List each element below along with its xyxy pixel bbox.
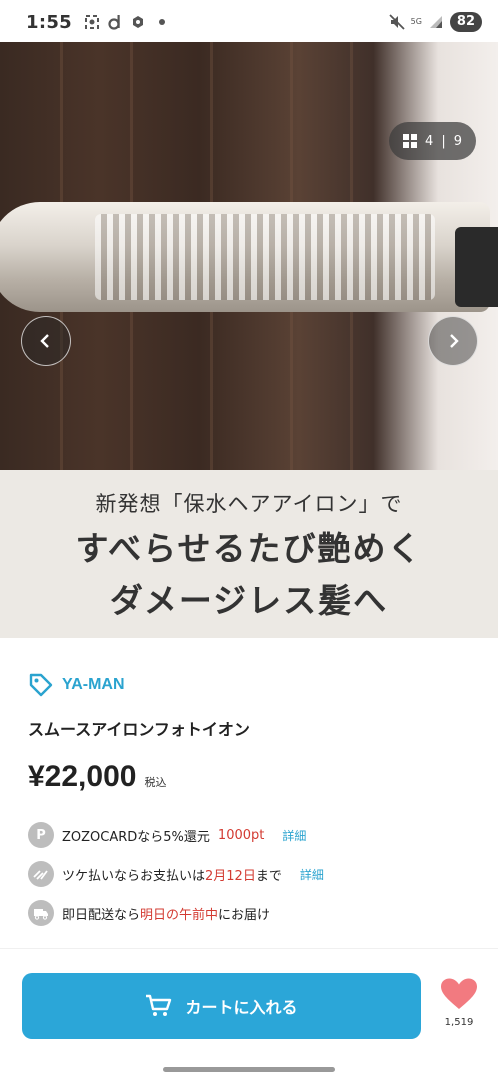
tsuke-text-end: まで [255, 868, 282, 884]
tsuke-details-link[interactable]: 詳細 [300, 866, 324, 883]
battery-level: 82 [449, 12, 482, 32]
truck-glyph [34, 909, 48, 920]
system-icons: 5G 82 [388, 12, 482, 32]
zozocard-text: ZOZOCARDなら5%還元 [62, 829, 210, 845]
grid-icon [403, 134, 418, 148]
delivery-highlight: 明日の午前中 [140, 907, 219, 923]
zozocard-details-link[interactable]: 詳細 [282, 827, 306, 844]
points-icon: P [28, 822, 54, 848]
heart-icon [441, 978, 477, 1009]
product-name: スムースアイロンフォトイオン [28, 720, 250, 739]
tsuke-payment-perk: ツケ払いならお支払いは 2月12日 まで 詳細 [28, 861, 324, 887]
status-time: 1:55 [26, 11, 72, 33]
next-image-button[interactable] [428, 316, 478, 366]
delivery-perk: 即日配送なら 明日の午前中 にお届け [28, 900, 270, 926]
mute-icon [388, 14, 405, 30]
network-type: 5G [410, 17, 422, 26]
screenshot-icon [84, 15, 99, 29]
tag-icon [29, 673, 53, 697]
tsuke-date: 2月12日 [205, 868, 256, 884]
image-counter-total: 9 [453, 133, 462, 149]
zozocard-points: 1000pt [217, 827, 265, 843]
game-app-icon [132, 16, 143, 28]
brand-name: YA-MAN [62, 676, 125, 693]
tax-label: 税込 [144, 776, 167, 789]
notification-icons [84, 14, 165, 30]
tsuke-text: ツケ払いならお支払いは [62, 868, 206, 884]
image-counter-separator: | [441, 133, 446, 149]
delivery-text-end: にお届け [218, 907, 271, 923]
banner-subtitle: 新発想「保水ヘアアイロン」で [95, 492, 403, 516]
banner-headline-2: ダメージレス髪へ [109, 581, 389, 620]
delivery-text: 即日配送なら [62, 907, 141, 923]
tsuke-glyph [33, 870, 48, 880]
add-to-cart-label: カートに入れる [185, 998, 298, 1017]
favorite-button[interactable]: 1,519 [436, 977, 482, 1028]
product-price: ¥22,000 税込 [28, 760, 166, 794]
hair-iron-tip [455, 227, 498, 307]
home-indicator[interactable] [163, 1067, 335, 1072]
tsuke-icon [28, 861, 54, 887]
d-app-icon [108, 15, 120, 30]
banner-headline-1: すべらせるたび艶めく [75, 529, 423, 568]
bottom-action-bar: カートに入れる 1,519 [0, 948, 498, 1080]
truck-icon [28, 900, 54, 926]
brand-link[interactable]: YA-MAN [28, 672, 125, 698]
hair-iron-ridges [95, 214, 435, 300]
image-counter-current: 4 [425, 133, 434, 149]
more-notifications-dot [158, 19, 165, 25]
zozocard-perk: P ZOZOCARDなら5%還元 1000pt 詳細 [28, 822, 306, 848]
product-banner: 新発想「保水ヘアアイロン」で すべらせるたび艶めく ダメージレス髪へ [0, 470, 498, 638]
previous-image-button[interactable] [21, 316, 71, 366]
chevron-right-icon [450, 334, 459, 348]
chevron-left-icon [40, 334, 49, 348]
status-bar: 1:55 5G 82 [0, 0, 498, 44]
cart-icon [146, 994, 172, 1016]
product-image[interactable]: 4 | 9 [0, 42, 498, 470]
add-to-cart-button[interactable]: カートに入れる [22, 973, 421, 1039]
signal-icon [429, 16, 442, 28]
price-value: ¥22,000 [28, 760, 137, 793]
image-counter-button[interactable]: 4 | 9 [389, 122, 476, 160]
favorite-count: 1,519 [444, 1017, 474, 1028]
